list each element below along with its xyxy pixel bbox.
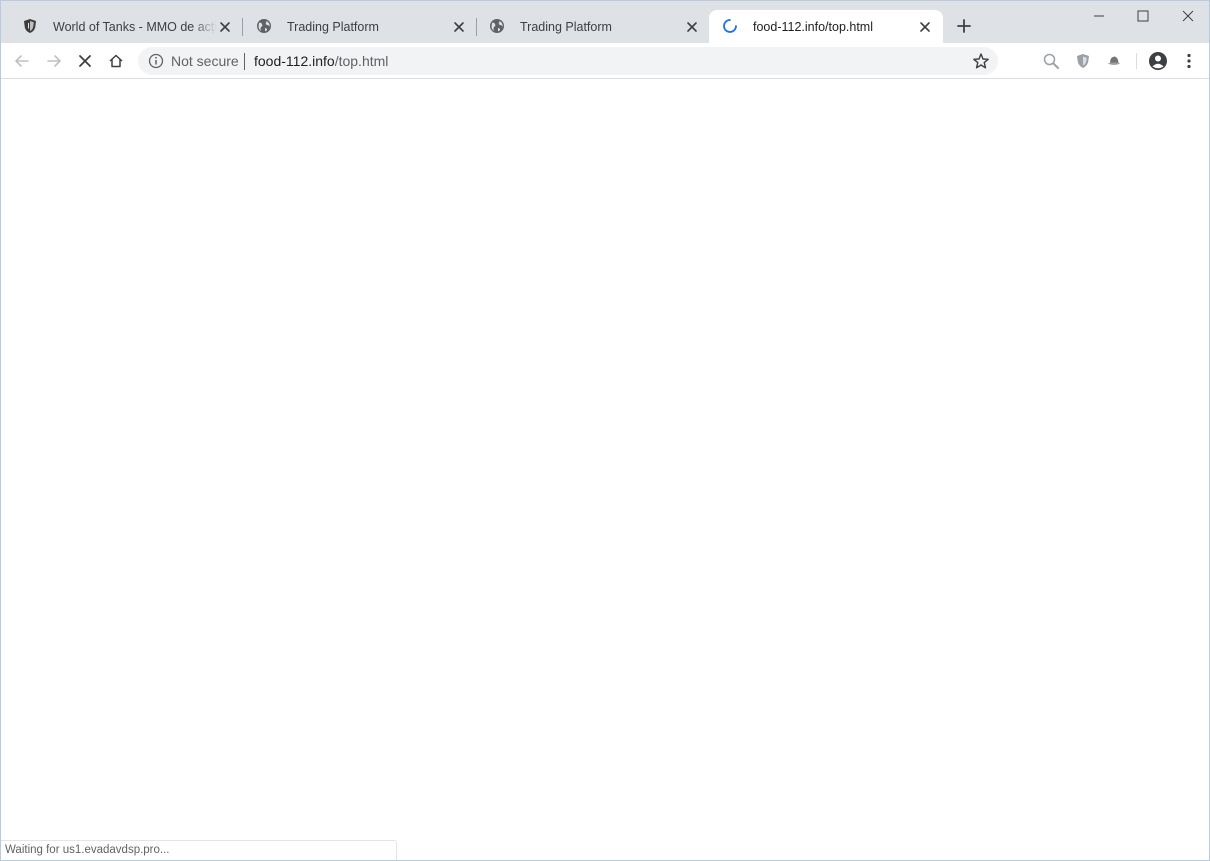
new-tab-plus-icon[interactable] [954, 16, 974, 36]
tab-food-112[interactable]: food-112.info/top.html [709, 10, 943, 43]
home-icon [109, 54, 123, 68]
bookmark-star-icon[interactable] [972, 52, 990, 70]
hat-icon [1107, 56, 1121, 65]
menu-button[interactable] [1178, 50, 1200, 72]
url-host: food-112.info [254, 53, 335, 69]
account-avatar-icon [1149, 52, 1167, 70]
close-icon[interactable] [917, 19, 933, 35]
globe-icon [490, 19, 504, 33]
extensions-separator [1136, 53, 1137, 69]
tab-world-of-tanks[interactable]: World of Tanks - MMO de acțiune [9, 10, 243, 43]
maximize-button[interactable] [1123, 5, 1163, 27]
extension-zoom-button[interactable] [1040, 50, 1062, 72]
status-bubble: Waiting for us1.evadavdsp.pro... [1, 840, 397, 860]
maximize-icon [1137, 10, 1149, 22]
browser-toolbar: Not secure food-112.info/top.html [1, 43, 1209, 79]
globe-icon [257, 19, 271, 33]
info-icon[interactable] [148, 53, 164, 69]
tab-trading-platform-2[interactable]: Trading Platform [476, 10, 710, 43]
stop-loading-button[interactable] [74, 50, 96, 72]
browser-window: World of Tanks - MMO de acțiune Trading … [0, 0, 1210, 861]
tab-title: World of Tanks - MMO de acțiune [53, 19, 217, 34]
stop-x-icon [79, 55, 91, 67]
close-icon[interactable] [684, 19, 700, 35]
close-icon[interactable] [451, 19, 467, 35]
extension-hat-button[interactable] [1103, 50, 1125, 72]
close-window-icon [1182, 10, 1194, 22]
world-of-tanks-shield-icon [24, 19, 36, 33]
minimize-icon [1094, 15, 1104, 17]
magnifier-icon [1043, 53, 1059, 69]
url-text[interactable]: food-112.info/top.html [254, 53, 388, 69]
tab-title: food-112.info/top.html [753, 19, 873, 34]
url-path: /top.html [334, 53, 389, 69]
profile-button[interactable] [1147, 50, 1169, 72]
arrow-right-icon [47, 55, 61, 67]
tab-trading-platform-1[interactable]: Trading Platform [243, 10, 477, 43]
omnibox-separator [244, 53, 245, 70]
tab-strip: World of Tanks - MMO de acțiune Trading … [1, 1, 1209, 43]
arrow-left-icon [15, 55, 29, 67]
address-bar[interactable]: Not secure food-112.info/top.html [138, 47, 998, 75]
extension-shield-button[interactable] [1072, 50, 1094, 72]
tab-title: Trading Platform [287, 19, 379, 34]
close-icon[interactable] [217, 19, 233, 35]
security-status-label[interactable]: Not secure [171, 53, 239, 69]
loading-spinner-icon [723, 19, 737, 33]
home-button[interactable] [105, 50, 127, 72]
tab-title: Trading Platform [520, 19, 612, 34]
shield-icon [1077, 54, 1089, 68]
close-window-button[interactable] [1168, 5, 1208, 27]
page-content: Waiting for us1.evadavdsp.pro... [1, 79, 1209, 860]
three-dots-vertical-icon [1187, 53, 1191, 69]
forward-button[interactable] [43, 50, 65, 72]
minimize-button[interactable] [1079, 5, 1119, 27]
back-button[interactable] [11, 50, 33, 72]
